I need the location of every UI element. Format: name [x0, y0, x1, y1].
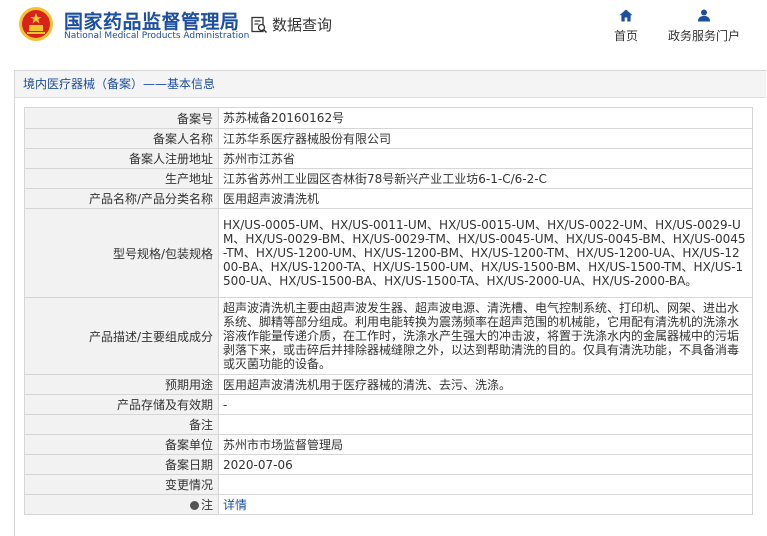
nav-home-label: 首页	[613, 29, 638, 43]
field-label: 产品描述/主要组成成分	[24, 297, 219, 375]
field-label: 备案人名称	[24, 128, 219, 149]
user-icon	[698, 9, 710, 22]
data-query-link[interactable]: 数据查询	[250, 14, 332, 35]
field-value: 江苏华系医疗器械股份有限公司	[218, 128, 753, 149]
field-label: 生产地址	[24, 168, 219, 189]
breadcrumb-category[interactable]: 境内医疗器械（备案）	[23, 77, 143, 91]
national-emblem-icon	[19, 7, 53, 41]
field-value: 医用超声波清洗机	[218, 188, 753, 209]
table-row: 产品名称/产品分类名称 医用超声波清洗机	[24, 188, 753, 209]
table-row: 预期用途 医用超声波清洗机用于医疗器械的清洗、去污、洗涤。	[24, 374, 753, 395]
nav-service-portal[interactable]: 政务服务门户	[664, 9, 744, 44]
table-row: 生产地址 江苏省苏州工业园区杏林街78号新兴产业工业坊6-1-C/6-2-C	[24, 168, 753, 189]
field-label: 产品存储及有效期	[24, 394, 219, 415]
field-label: 备案人注册地址	[24, 148, 219, 169]
field-label: 备案号	[24, 107, 219, 129]
info-panel: 境内医疗器械（备案）——基本信息 备案号 苏苏械备20160162号 备案人名称…	[14, 70, 766, 536]
field-value: 江苏省苏州工业园区杏林街78号新兴产业工业坊6-1-C/6-2-C	[218, 168, 753, 189]
field-label: 备案单位	[24, 434, 219, 455]
field-value: 苏州市市场监督管理局	[218, 434, 753, 455]
site-name-en: National Medical Products Administration	[64, 31, 250, 41]
field-value: 2020-07-06	[218, 454, 753, 475]
note-value: 详情	[218, 494, 753, 515]
field-label: 产品名称/产品分类名称	[24, 188, 219, 209]
field-value: 医用超声波清洗机用于医疗器械的清洗、去污、洗涤。	[218, 374, 753, 395]
field-value: 苏苏械备20160162号	[218, 107, 753, 129]
breadcrumb-separator: ——	[143, 77, 168, 91]
data-query-label: 数据查询	[272, 16, 333, 34]
table-row: 备案号 苏苏械备20160162号	[24, 107, 753, 129]
site-header: 国家药品监督管理局 National Medical Products Admi…	[0, 0, 767, 60]
nav-home[interactable]: 首页	[608, 9, 644, 44]
table-row: 产品描述/主要组成成分 超声波清洗机主要由超声波发生器、超声波电源、清洗槽、电气…	[24, 297, 753, 375]
home-icon	[619, 9, 633, 22]
table-row: 备注	[24, 414, 753, 435]
note-label: 注	[24, 494, 219, 515]
breadcrumb-page: 基本信息	[167, 77, 216, 91]
breadcrumb: 境内医疗器械（备案）——基本信息	[15, 71, 766, 98]
field-label: 备注	[24, 414, 219, 435]
details-link[interactable]: 详情	[223, 498, 247, 512]
table-row: 备案人注册地址 苏州市江苏省	[24, 148, 753, 169]
table-row: 型号规格/包装规格 HX/US-0005-UM、HX/US-0011-UM、HX…	[24, 208, 753, 298]
table-row: 备案人名称 江苏华系医疗器械股份有限公司	[24, 128, 753, 149]
note-label-text: 注	[200, 498, 213, 512]
nav-service-portal-label: 政务服务门户	[667, 29, 740, 43]
field-value: HX/US-0005-UM、HX/US-0011-UM、HX/US-0015-U…	[218, 208, 753, 298]
table-row: 备案日期 2020-07-06	[24, 454, 753, 475]
table-row: 备案单位 苏州市市场监督管理局	[24, 434, 753, 455]
field-value: 超声波清洗机主要由超声波发生器、超声波电源、清洗槽、电气控制系统、打印机、网架、…	[218, 297, 753, 375]
field-value	[218, 474, 753, 495]
pin-icon	[189, 501, 199, 510]
detail-table: 备案号 苏苏械备20160162号 备案人名称 江苏华系医疗器械股份有限公司 备…	[24, 107, 753, 515]
site-name-cn: 国家药品监督管理局	[64, 11, 240, 33]
table-row: 变更情况	[24, 474, 753, 495]
field-label: 备案日期	[24, 454, 219, 475]
table-row: 注 详情	[24, 494, 753, 515]
field-value	[218, 414, 753, 435]
field-label: 变更情况	[24, 474, 219, 495]
field-value: -	[218, 394, 753, 415]
field-label: 型号规格/包装规格	[24, 208, 219, 298]
field-value: 苏州市江苏省	[218, 148, 753, 169]
document-search-icon	[251, 16, 268, 33]
table-row: 产品存储及有效期 -	[24, 394, 753, 415]
field-label: 预期用途	[24, 374, 219, 395]
